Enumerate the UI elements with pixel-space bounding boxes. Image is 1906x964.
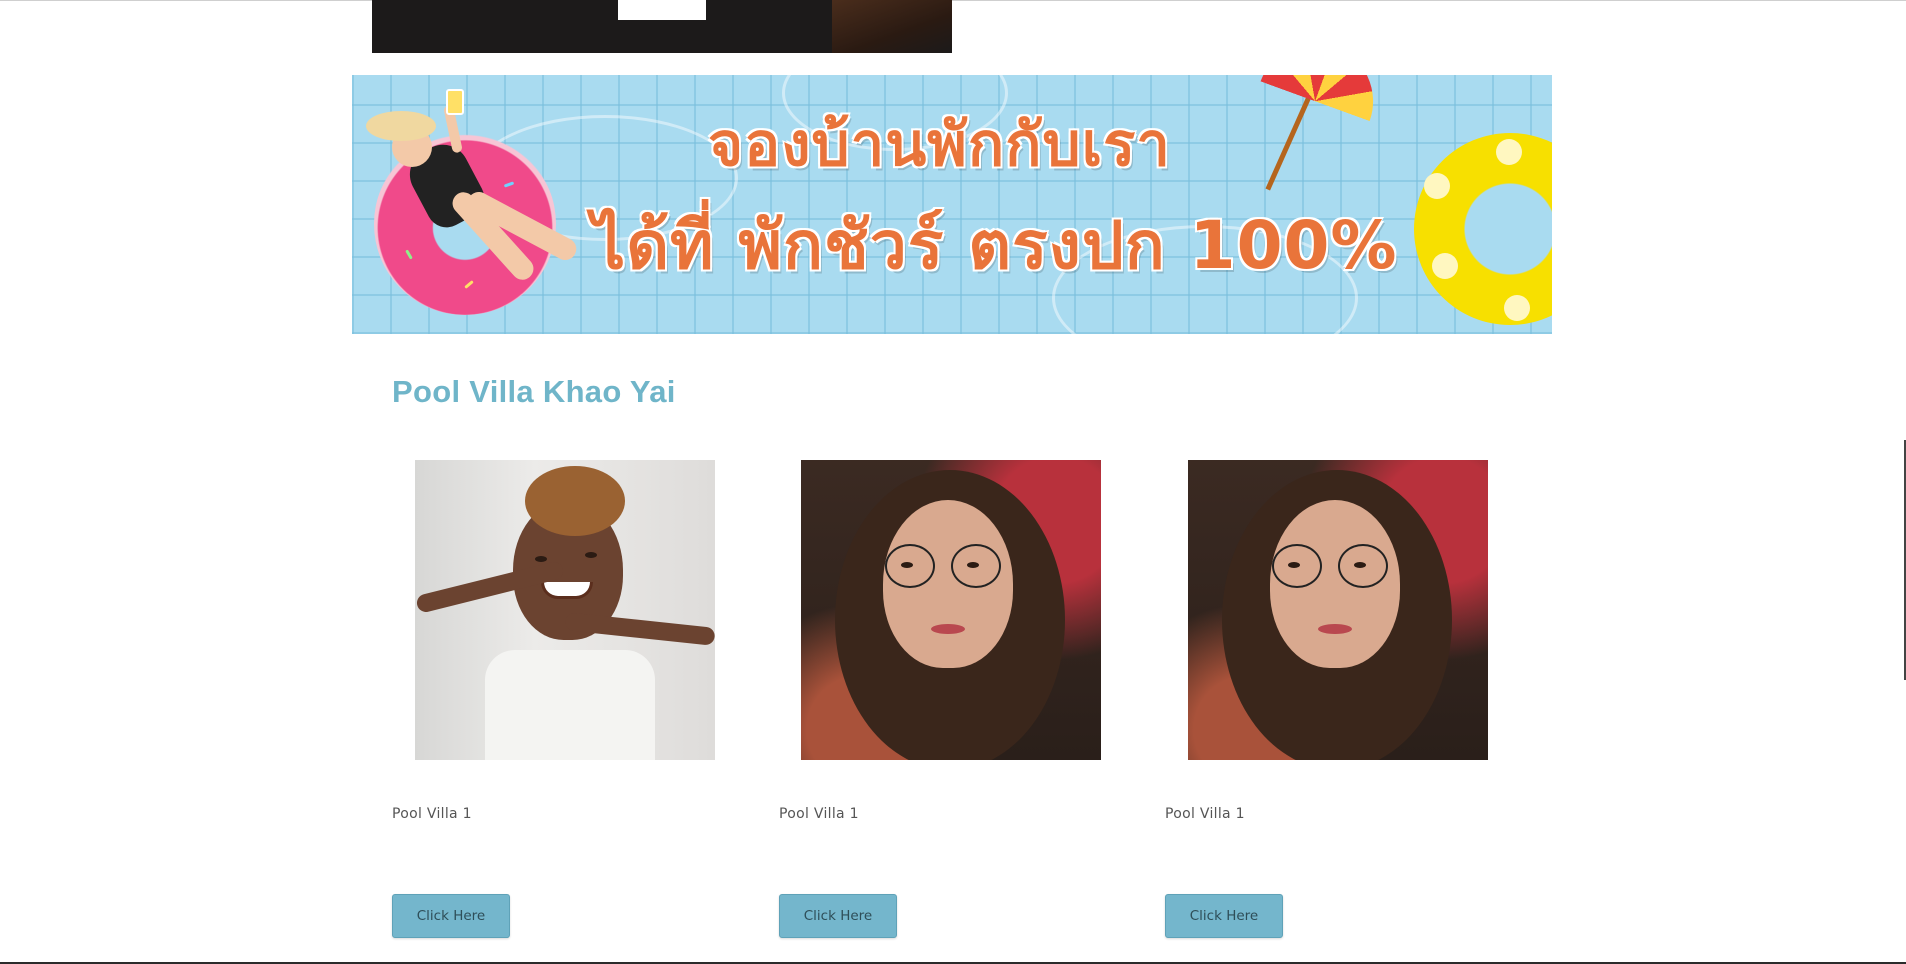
top-edge bbox=[0, 0, 1906, 1]
click-here-button[interactable]: Click Here bbox=[392, 894, 510, 938]
hero-image-cropped bbox=[372, 0, 952, 53]
listing-label: Pool Villa 1 bbox=[392, 806, 472, 822]
drink-icon bbox=[446, 89, 464, 115]
listing-image[interactable] bbox=[415, 460, 715, 760]
click-here-button[interactable]: Click Here bbox=[779, 894, 897, 938]
wood-decor bbox=[832, 0, 952, 53]
section-title: Pool Villa Khao Yai bbox=[392, 374, 676, 409]
promo-banner[interactable]: จองบ้านพักกับเรา ได้ที่ พักชัวร์ ตรงปก 1… bbox=[352, 75, 1552, 334]
umbrella-pole bbox=[1265, 87, 1315, 191]
listing-image[interactable] bbox=[1188, 460, 1488, 760]
banner-headline: จองบ้านพักกับเรา bbox=[708, 110, 1171, 180]
swim-ring-icon bbox=[1414, 133, 1552, 325]
listing-image[interactable] bbox=[801, 460, 1101, 760]
beach-umbrella-icon bbox=[1260, 75, 1390, 122]
listing-label: Pool Villa 1 bbox=[779, 806, 859, 822]
listing-label: Pool Villa 1 bbox=[1165, 806, 1245, 822]
click-here-button[interactable]: Click Here bbox=[1165, 894, 1283, 938]
banner-subheadline: ได้ที่ พักชัวร์ ตรงปก 100% bbox=[592, 207, 1398, 284]
paper-card bbox=[618, 0, 706, 20]
